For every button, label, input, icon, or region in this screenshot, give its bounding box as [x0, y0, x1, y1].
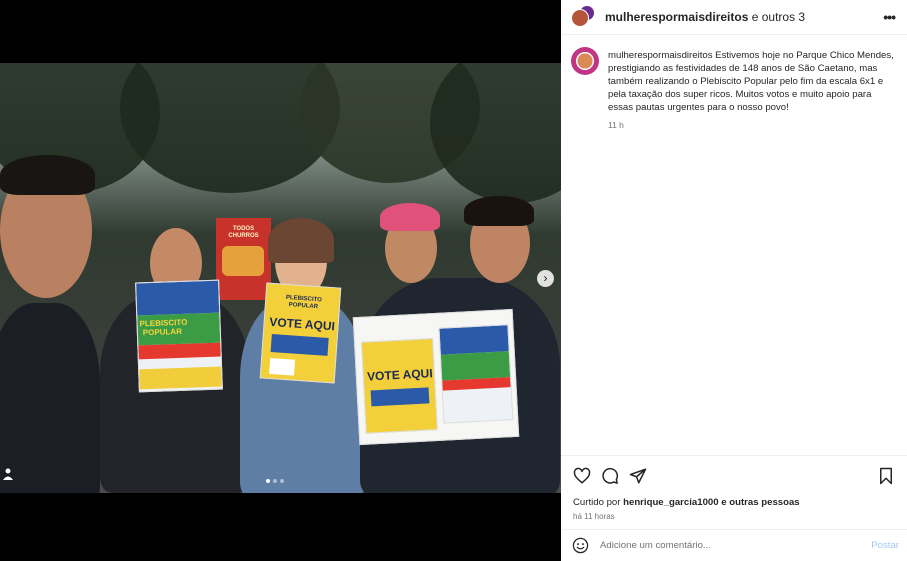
more-options-icon[interactable]: •••: [883, 9, 896, 25]
collab-avatars[interactable]: [571, 5, 595, 29]
ballot-box-flyer: [438, 324, 514, 424]
post-photo: TODOS CHURROS PLEBISCITO POPULAR PLEBISC…: [0, 63, 561, 493]
emoji-icon[interactable]: [572, 537, 589, 554]
flyer-red-band: [138, 342, 221, 360]
carousel-dot: [266, 479, 270, 483]
caption-username[interactable]: mulherespormaisdireitos: [608, 50, 713, 61]
flyer-center: PLEBISCITO POPULAR VOTE AQUI: [259, 282, 342, 384]
likes-prefix: Curtido por: [573, 497, 624, 508]
post-header: mulherespormaisdireitos e outros 3 •••: [561, 0, 907, 35]
banner-text: TODOS CHURROS: [228, 226, 259, 239]
ballot-box-title: VOTE AQUI: [366, 366, 433, 384]
collaborators-count[interactable]: e outros 3: [748, 10, 805, 24]
likes-summary: Curtido por henrique_garcia1000 e outras…: [573, 497, 895, 508]
tree-foliage: [430, 63, 561, 203]
person-3-hair: [268, 218, 334, 263]
comment-composer: Postar: [561, 529, 907, 561]
post-media: TODOS CHURROS PLEBISCITO POPULAR PLEBISC…: [0, 0, 561, 561]
carousel-next-button[interactable]: ›: [537, 270, 554, 287]
comment-input[interactable]: [600, 540, 872, 551]
post-details-panel: mulherespormaisdireitos e outros 3 ••• m…: [561, 0, 907, 561]
post-timestamp: há 11 horas: [573, 512, 615, 521]
flyer-left: PLEBISCITO POPULAR: [135, 279, 223, 393]
ballot-box-flyer-header: [439, 325, 509, 355]
person-5-hair: [464, 196, 534, 226]
flyer-yellow-band: [139, 366, 222, 390]
person-left-hair: [0, 155, 95, 195]
carousel-dots: [266, 479, 284, 483]
flyer-header-band: [136, 280, 220, 316]
flyer-center-title: VOTE AQUI: [268, 314, 336, 334]
flyer-center-logo: PLEBISCITO POPULAR: [285, 294, 322, 311]
tagged-users-icon[interactable]: [3, 468, 13, 480]
flyer-center-qr: [269, 357, 296, 376]
caption-section: mulherespormaisdireitos Estivemos hoje n…: [561, 35, 907, 130]
caption-time: 11 h: [608, 120, 624, 130]
carousel-dot: [280, 479, 284, 483]
save-bookmark-icon[interactable]: [877, 467, 895, 485]
ballot-box-flyer-green: [440, 351, 511, 381]
person-left-body: [0, 303, 100, 493]
flyer-left-title: PLEBISCITO POPULAR: [139, 317, 188, 338]
likes-user[interactable]: henrique_garcia1000: [623, 497, 718, 508]
post-caption: mulherespormaisdireitos Estivemos hoje n…: [608, 47, 897, 114]
avatar[interactable]: [571, 47, 599, 75]
ballot-box-flyer-red: [442, 377, 511, 391]
banner-food-image: [222, 246, 264, 276]
churros-banner: TODOS CHURROS: [216, 218, 271, 300]
ballot-box: VOTE AQUI: [352, 308, 520, 446]
author-username[interactable]: mulherespormaisdireitos: [605, 10, 748, 24]
post-authors[interactable]: mulherespormaisdireitos e outros 3: [605, 10, 883, 24]
avatar: [571, 9, 589, 27]
ballot-box-info: [370, 387, 430, 407]
ballot-box-poster: VOTE AQUI: [361, 338, 438, 434]
post-comment-button[interactable]: Postar: [871, 540, 899, 551]
action-bar: Curtido por henrique_garcia1000 e outras…: [561, 455, 907, 521]
flyer-center-info: [270, 334, 329, 356]
like-heart-icon[interactable]: [573, 467, 591, 485]
comment-bubble-icon[interactable]: [601, 467, 619, 485]
carousel-dot: [273, 479, 277, 483]
person-4-pink-hair: [380, 203, 440, 231]
share-send-icon[interactable]: [629, 467, 647, 485]
likes-suffix[interactable]: e outras pessoas: [719, 497, 799, 508]
